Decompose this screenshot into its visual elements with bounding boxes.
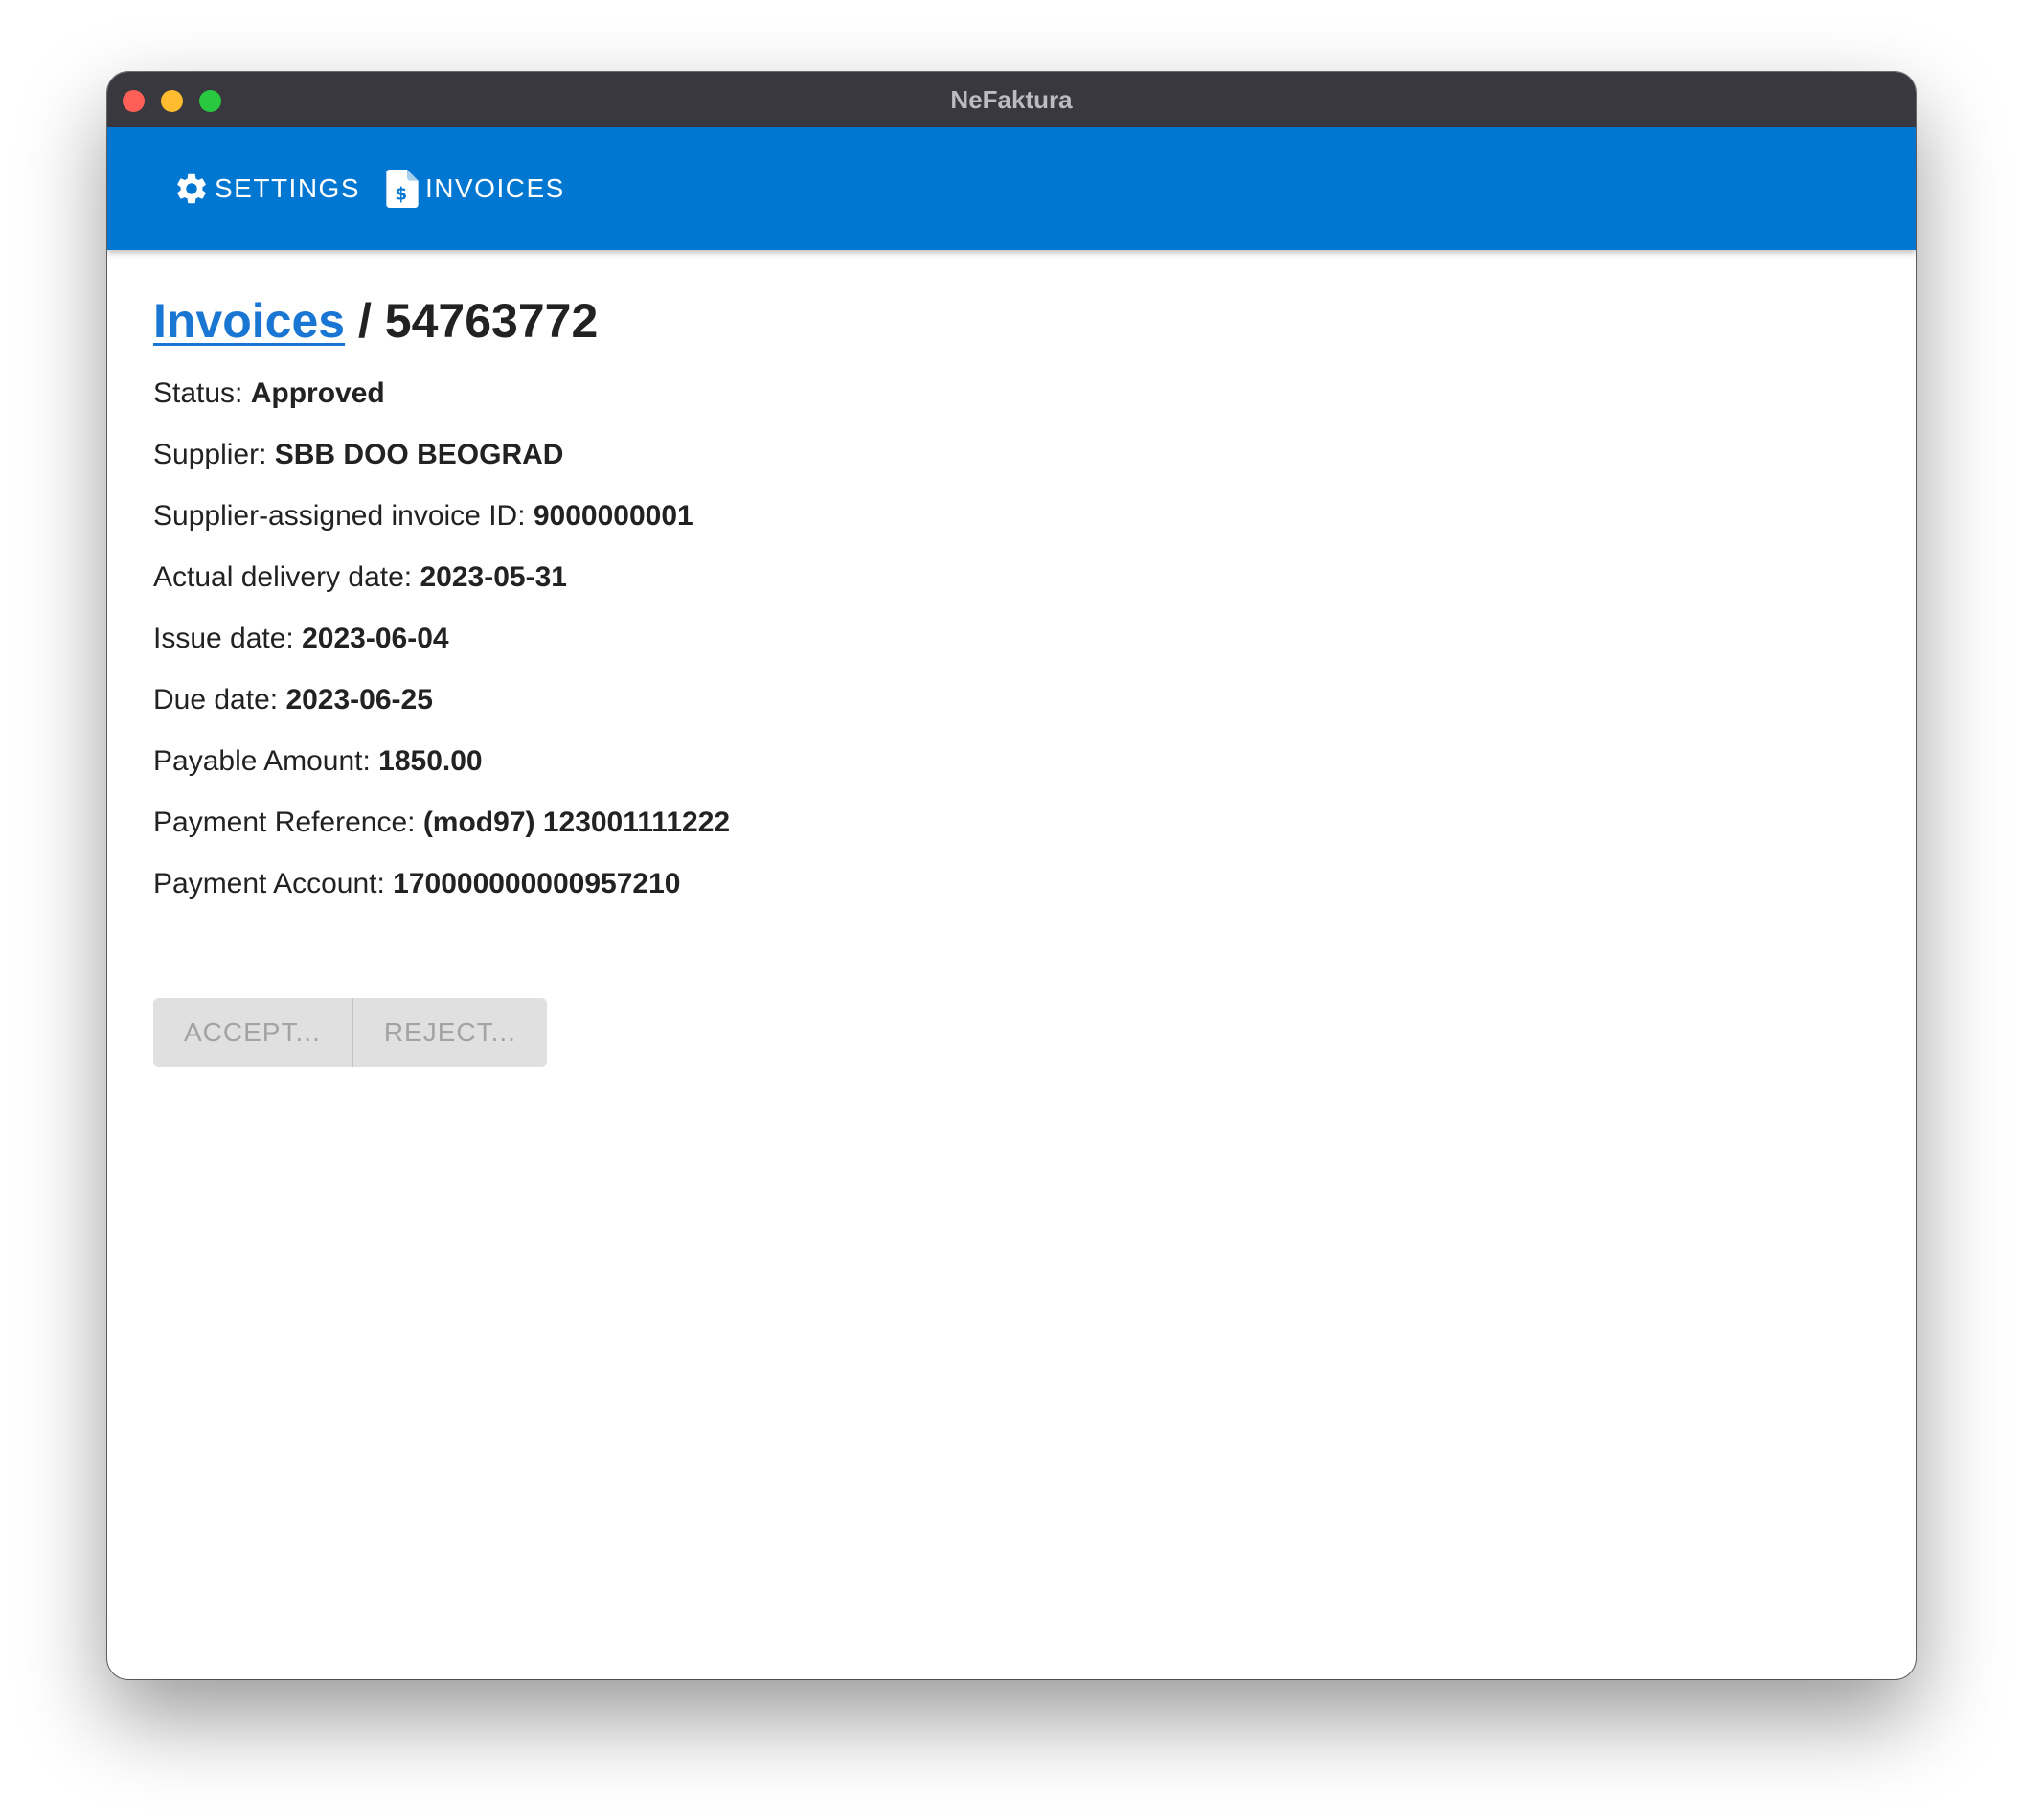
payment-account-label: Payment Account: [153, 868, 394, 899]
breadcrumb-current: 54763772 [384, 294, 599, 348]
due-date-label: Due date: [153, 684, 286, 716]
breadcrumb: Invoices / 54763772 [153, 292, 1870, 350]
invoices-nav-button[interactable]: $ INVOICES [383, 127, 565, 250]
delivery-date-field: Actual delivery date: 2023-05-31 [153, 558, 1870, 620]
breadcrumb-invoices-link[interactable]: Invoices [153, 294, 345, 348]
payment-reference-value: (mod97) 123001111222 [422, 807, 731, 838]
payment-account-value: 170000000000957210 [393, 868, 681, 899]
invoice-detail: Invoices / 54763772 Status: Approved Sup… [153, 292, 1870, 1067]
due-date-field: Due date: 2023-06-25 [153, 681, 1870, 742]
supplier-field: Supplier: SBB DOO BEOGRAD [153, 436, 1870, 497]
supplier-label: Supplier: [153, 439, 275, 470]
supplier-invoice-id-label: Supplier-assigned invoice ID: [153, 500, 534, 532]
settings-nav-label: SETTINGS [215, 173, 361, 203]
supplier-invoice-id-field: Supplier-assigned invoice ID: 9000000001 [153, 497, 1870, 558]
accept-button[interactable]: ACCEPT... [153, 998, 352, 1067]
invoices-nav-label: INVOICES [425, 173, 565, 203]
title-bar: NeFaktura [107, 72, 1916, 127]
reject-button[interactable]: REJECT... [351, 998, 547, 1067]
supplier-invoice-id-value: 9000000001 [533, 500, 693, 532]
window-title: NeFaktura [950, 85, 1073, 114]
payable-amount-field: Payable Amount: 1850.00 [153, 742, 1870, 804]
gear-icon [172, 170, 211, 208]
delivery-date-value: 2023-05-31 [420, 561, 567, 593]
due-date-value: 2023-06-25 [285, 684, 433, 716]
payment-account-field: Payment Account: 170000000000957210 [153, 865, 1870, 926]
invoice-dollar-icon: $ [383, 170, 421, 208]
breadcrumb-separator: / [345, 294, 385, 348]
status-label: Status: [153, 377, 251, 409]
payment-reference-field: Payment Reference: (mod97) 123001111222 [153, 804, 1870, 865]
status-value: Approved [250, 377, 385, 409]
issue-date-value: 2023-06-04 [302, 623, 449, 654]
svg-text:$: $ [395, 185, 409, 205]
supplier-value: SBB DOO BEOGRAD [274, 439, 564, 470]
decision-button-group: ACCEPT... REJECT... [153, 998, 547, 1067]
app-bar: SETTINGS $ INVOICES [107, 127, 1916, 250]
settings-nav-button[interactable]: SETTINGS [172, 127, 360, 250]
payable-amount-label: Payable Amount: [153, 745, 379, 777]
status-field: Status: Approved [153, 375, 1870, 436]
app-window: NeFaktura SETTINGS $ INVOICES Invoices /… [107, 72, 1916, 1679]
issue-date-field: Issue date: 2023-06-04 [153, 620, 1870, 681]
delivery-date-label: Actual delivery date: [153, 561, 420, 593]
payable-amount-value: 1850.00 [378, 745, 483, 777]
issue-date-label: Issue date: [153, 623, 303, 654]
payment-reference-label: Payment Reference: [153, 807, 423, 838]
